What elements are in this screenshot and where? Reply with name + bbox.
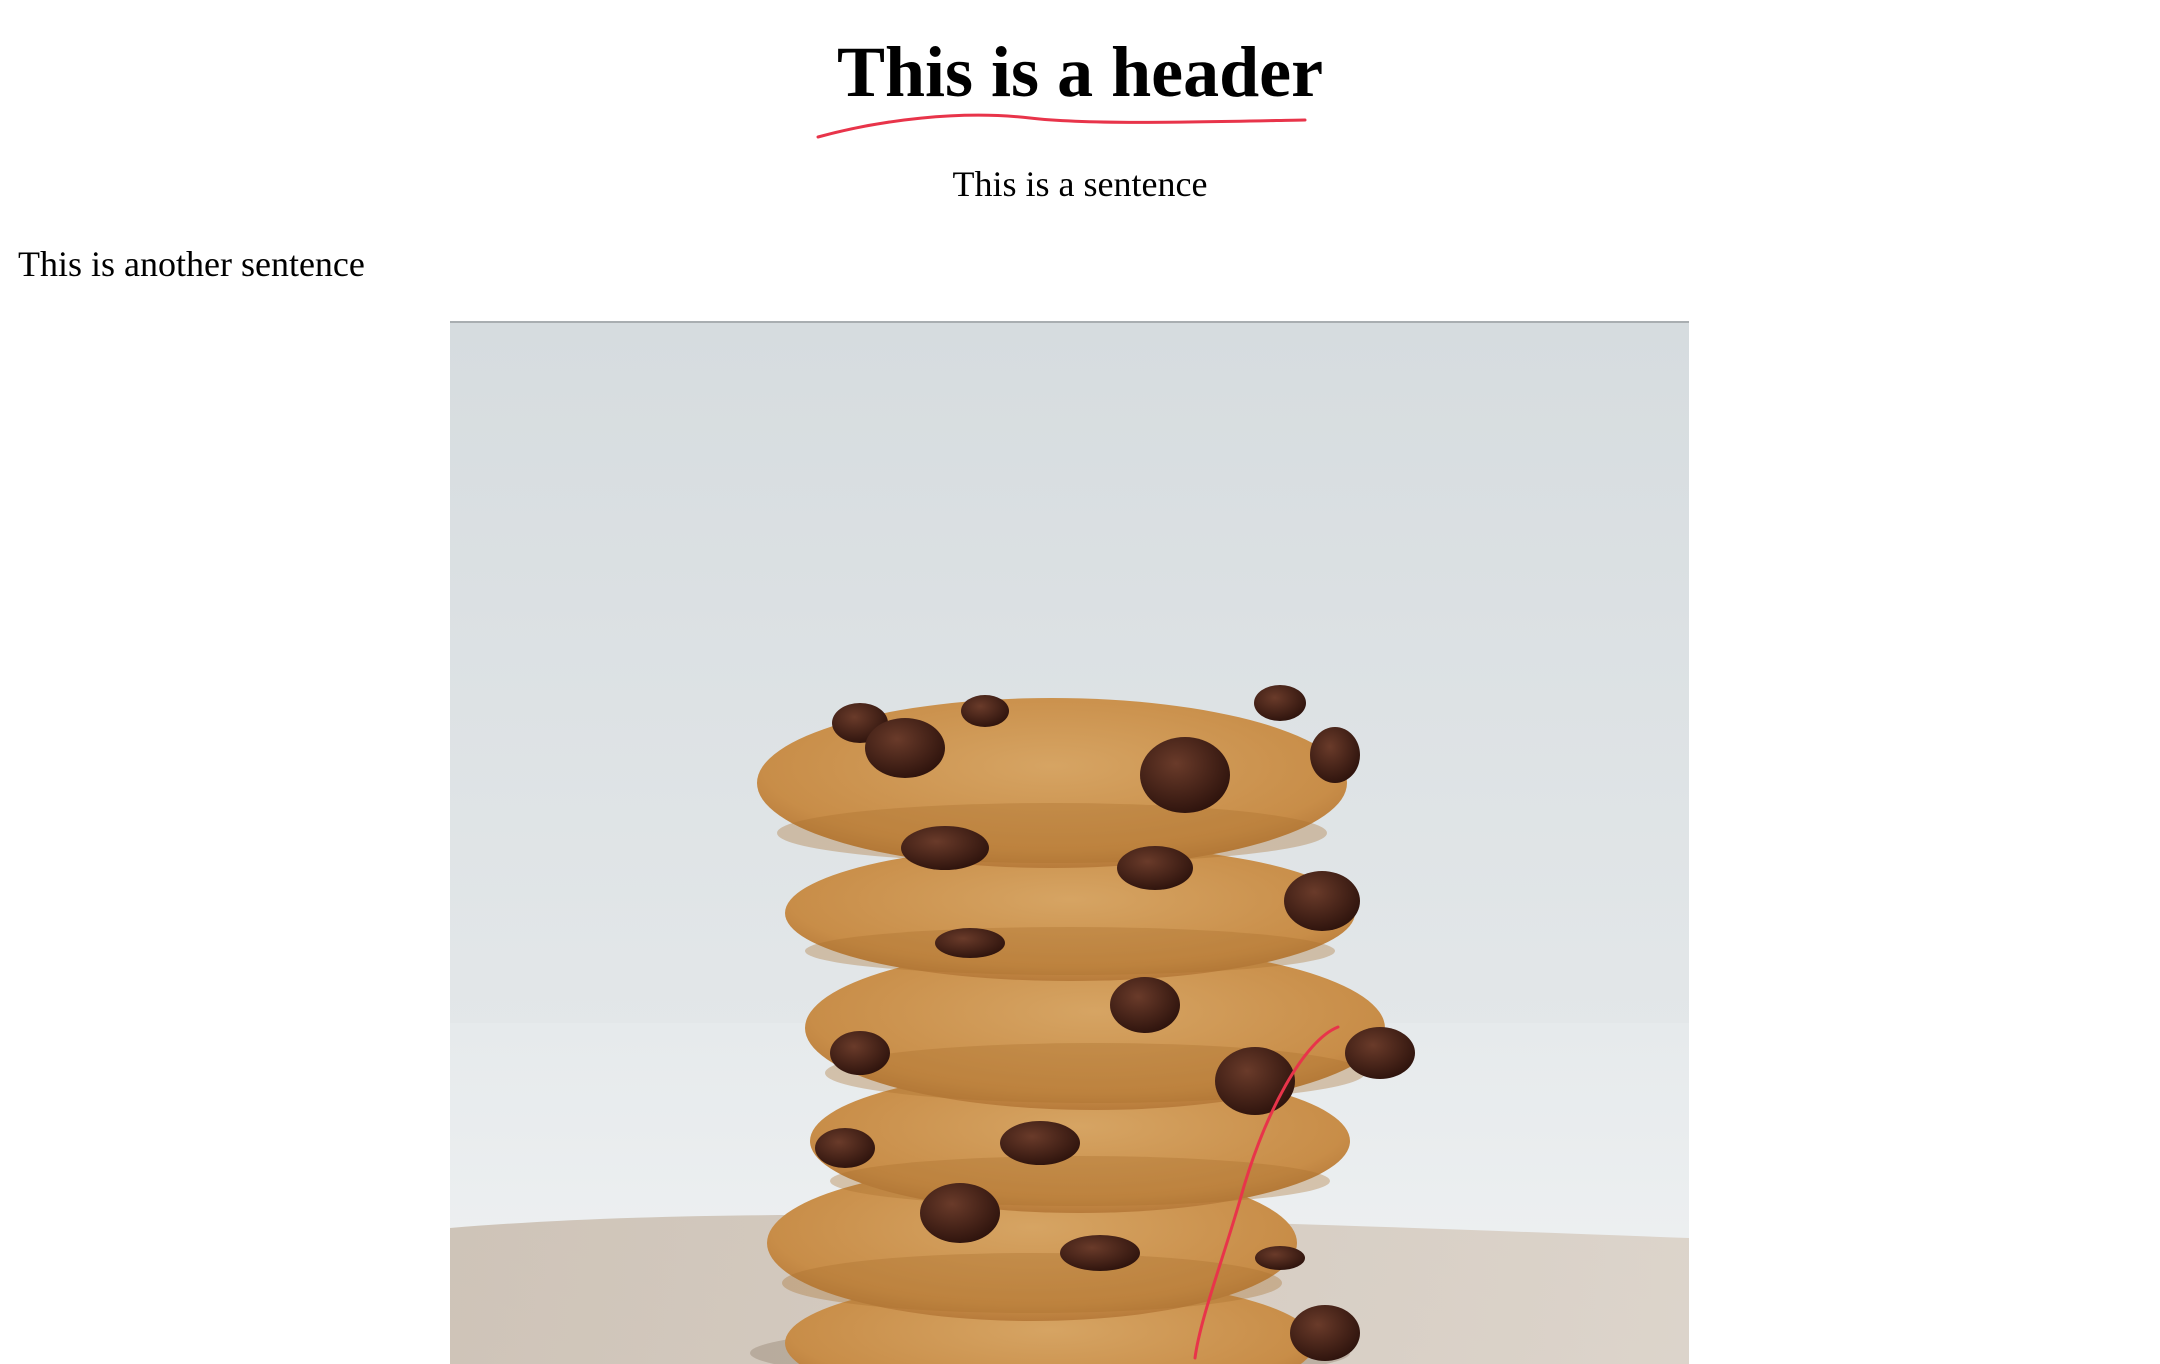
centered-sentence: This is a sentence	[952, 164, 1208, 204]
cookie-stack-image	[450, 321, 1689, 1364]
cookie-stack-illustration	[450, 323, 1689, 1364]
page-header: This is a header	[836, 32, 1324, 112]
left-sentence: This is another sentence	[18, 244, 365, 284]
